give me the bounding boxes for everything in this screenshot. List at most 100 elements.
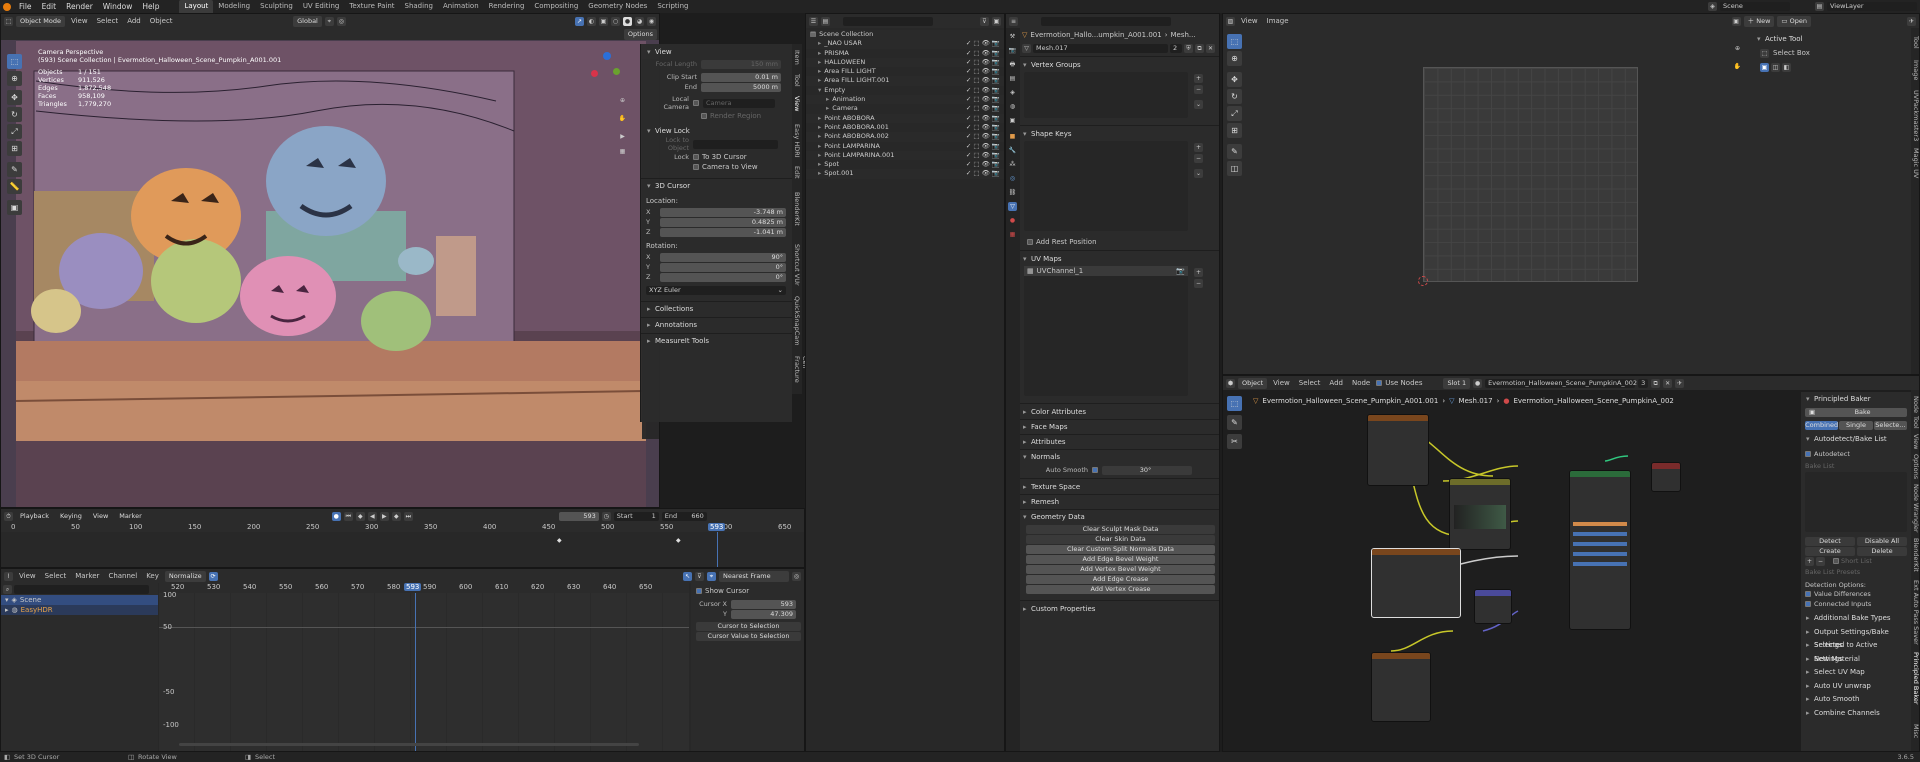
search-icon[interactable]: ⌕ xyxy=(3,584,12,594)
tab-tool[interactable]: Tool xyxy=(1912,416,1919,429)
chevron-right-icon[interactable]: ▸ xyxy=(818,169,821,177)
add-vertex-crease-button[interactable]: Add Vertex Crease xyxy=(1026,585,1215,594)
links-cut-icon[interactable]: ✂ xyxy=(1227,434,1242,449)
render-region-checkbox[interactable] xyxy=(701,113,707,119)
single-toggle[interactable]: Single xyxy=(1839,420,1873,430)
tab-shading[interactable]: Shading xyxy=(400,0,438,13)
blender-logo-icon[interactable] xyxy=(3,2,11,11)
cursor-rot-z[interactable]: 0° xyxy=(660,272,786,282)
viewport-menu-add[interactable]: Add xyxy=(124,17,144,25)
camera-view-icon[interactable]: ▶ xyxy=(618,132,627,141)
material-output-node[interactable] xyxy=(1651,462,1681,492)
clock-icon[interactable]: ◷ xyxy=(601,511,611,521)
visibility-icons[interactable]: ✓ ⬚ 👁 📷 xyxy=(966,67,1000,76)
remove-icon[interactable]: − xyxy=(1816,556,1825,566)
mesh-data-icon[interactable]: ▽ xyxy=(1022,43,1031,53)
tab-shortcut[interactable]: Shortcut VUr xyxy=(793,244,801,286)
normals-header[interactable]: Normals xyxy=(1022,452,1219,462)
cursor-loc-x[interactable]: -3.748 m xyxy=(660,207,786,217)
clear-skin-data-button[interactable]: Clear Skin Data xyxy=(1026,535,1215,544)
editor-type-icon[interactable]: ☰ xyxy=(809,16,818,26)
rotate-tool-icon[interactable]: ↻ xyxy=(1227,89,1242,104)
add-edge-crease-button[interactable]: Add Edge Crease xyxy=(1026,575,1215,584)
refresh-icon[interactable]: ⟳ xyxy=(208,571,218,581)
outliner-search-input[interactable] xyxy=(843,16,933,26)
mesh-name-field[interactable]: Mesh.017 xyxy=(1033,43,1168,53)
tab-ext-auto-pass[interactable]: Ext Auto Pass Saver xyxy=(1912,580,1919,645)
end-frame-field[interactable]: End 660 xyxy=(661,511,707,521)
shape-keys-listbox[interactable] xyxy=(1024,141,1188,231)
delete-button[interactable]: Delete xyxy=(1857,546,1907,556)
chevron-right-icon[interactable]: ▸ xyxy=(818,39,821,47)
material-users[interactable]: 3 xyxy=(1638,378,1649,388)
properties-editor[interactable]: ≡ ⚒ 📷 🖶 ▤ ◈ ◍ ▣ ■ 🔧 ⁂ ◎ ⛓ ▽ ● ▦ ▽ Evermo… xyxy=(1005,13,1220,752)
viewport-menu-select[interactable]: Select xyxy=(94,17,122,25)
mode-dropdown[interactable]: Object Mode xyxy=(16,15,65,27)
move-tool-icon[interactable]: ✥ xyxy=(7,90,22,105)
cursor-tool-icon[interactable]: ⊕ xyxy=(7,71,22,86)
timeline-ruler[interactable]: 0 50 100 150 200 250 300 350 400 450 500… xyxy=(1,523,804,532)
shader-type-dropdown[interactable]: Object xyxy=(1238,377,1268,389)
current-frame-field[interactable]: 593 xyxy=(558,511,599,521)
tab-item[interactable]: Item xyxy=(793,50,801,65)
tool-tab-icon[interactable]: ⚒ xyxy=(1008,32,1017,41)
graph-playhead[interactable]: 593 xyxy=(404,583,422,591)
face-maps-header[interactable]: Face Maps xyxy=(1022,422,1219,432)
tab-tool[interactable]: Tool xyxy=(1912,36,1919,49)
normalize-toggle[interactable]: Normalize xyxy=(164,570,206,582)
measure-tool-icon[interactable]: 📏 xyxy=(7,179,22,194)
data-tab-icon[interactable]: ▽ xyxy=(1008,202,1017,211)
remesh-header[interactable]: Remesh xyxy=(1022,497,1219,507)
chevron-right-icon[interactable]: ▸ xyxy=(818,151,821,159)
navigation-gizmo[interactable] xyxy=(591,52,621,82)
tab-layout[interactable]: Layout xyxy=(179,0,214,13)
editor-type-icon[interactable]: ⬢ xyxy=(1226,378,1235,388)
record-icon[interactable]: ● xyxy=(331,511,341,521)
tab-node-wrangler[interactable]: Node Wrangler xyxy=(1912,484,1919,533)
graph-editor[interactable]: ⌇ View Select Marker Channel Key Normali… xyxy=(0,568,805,752)
image-browse-icon[interactable]: ▣ xyxy=(1731,16,1741,26)
baker-subpanel-header[interactable]: Output Settings/Bake Settings xyxy=(1805,626,1907,650)
node-menu-select[interactable]: Select xyxy=(1296,379,1324,387)
detect-button[interactable]: Detect xyxy=(1805,536,1855,546)
grab-tool-icon[interactable]: ◫ xyxy=(1227,161,1242,176)
shading-solid-icon[interactable]: ● xyxy=(623,16,632,26)
tab-options[interactable]: Options xyxy=(1912,454,1919,479)
viewport-menu-object[interactable]: Object xyxy=(147,17,176,25)
graph-menu-select[interactable]: Select xyxy=(42,572,70,580)
color-attributes-header[interactable]: Color Attributes xyxy=(1022,407,1219,417)
transform-tool-icon[interactable]: ⊞ xyxy=(1227,123,1242,138)
render-tab-icon[interactable]: 📷 xyxy=(1008,46,1017,55)
annotate-tool-icon[interactable]: ✎ xyxy=(7,162,22,177)
cursor-x-field[interactable]: 593 xyxy=(731,599,796,609)
shape-keys-header[interactable]: Shape Keys xyxy=(1022,129,1219,139)
viewlayer-field[interactable]: ViewLayer xyxy=(1827,2,1917,11)
outliner-row[interactable]: ▸ Area FILL LIGHT.001 ✓ ⬚ 👁 📷 xyxy=(806,76,1004,86)
outliner-row[interactable]: ▸ Point ABOBORA ✓ ⬚ 👁 📷 xyxy=(806,113,1004,123)
outliner-root[interactable]: ▤ Scene Collection xyxy=(806,30,1004,40)
shading-render-icon[interactable]: ◉ xyxy=(647,16,656,26)
select-box-icon[interactable]: ⬚ xyxy=(1760,48,1769,58)
gizmo-icon[interactable]: ↗ xyxy=(575,16,584,26)
cursor-rot-y[interactable]: 0° xyxy=(660,262,786,272)
visibility-icons[interactable]: ✓ ⬚ 👁 📷 xyxy=(966,132,1000,141)
proportional-graph-icon[interactable]: ◎ xyxy=(792,571,801,581)
play-icon[interactable]: ▶ xyxy=(379,511,389,521)
shading-material-icon[interactable]: ◕ xyxy=(635,16,644,26)
pin-icon[interactable]: ✈ xyxy=(1675,378,1685,388)
node-menu-node[interactable]: Node xyxy=(1349,379,1373,387)
mode-new-icon[interactable]: ▣ xyxy=(1760,62,1769,72)
add-icon[interactable]: + xyxy=(1194,268,1203,277)
baker-subpanel-header[interactable]: Combine Channels xyxy=(1805,707,1907,721)
cursor-value-to-selection-button[interactable]: Cursor Value to Selection xyxy=(696,632,801,641)
autodetect-list-header[interactable]: Autodetect/Bake List xyxy=(1805,434,1907,444)
visibility-icons[interactable]: ✓ ⬚ 👁 📷 xyxy=(966,58,1000,67)
new-collection-icon[interactable]: ▣ xyxy=(992,16,1001,26)
lock-to-object-field[interactable] xyxy=(693,139,778,149)
node-menu-view[interactable]: View xyxy=(1270,379,1293,387)
outliner-row[interactable]: ▸ Point ABOBORA.001 ✓ ⬚ 👁 📷 xyxy=(806,123,1004,132)
visibility-icons[interactable]: ✓ ⬚ 👁 📷 xyxy=(966,114,1000,123)
gizmo-y-icon[interactable] xyxy=(613,68,620,75)
modifier-tab-icon[interactable]: 🔧 xyxy=(1008,146,1017,155)
chevron-right-icon[interactable]: ▸ xyxy=(818,160,821,168)
